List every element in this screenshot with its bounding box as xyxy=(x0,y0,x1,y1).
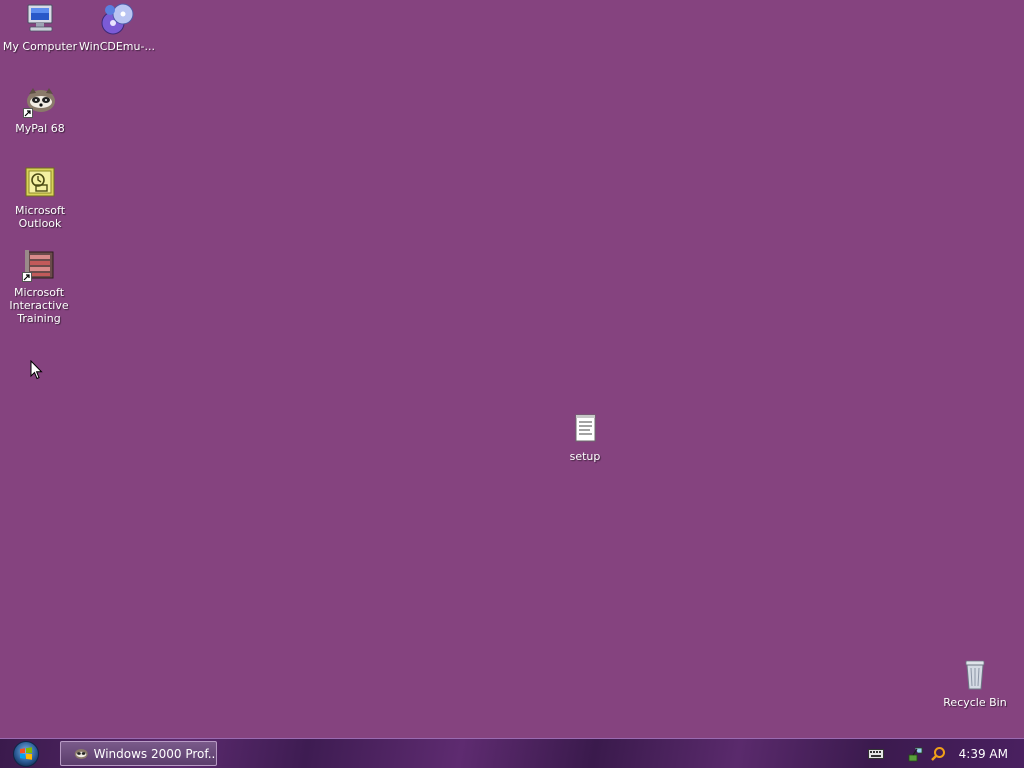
desktop-icon-label: My Computer xyxy=(2,40,78,53)
desktop-icon-label: Recycle Bin xyxy=(943,696,1007,709)
taskbar-button-windows-2000[interactable]: Windows 2000 Prof... xyxy=(60,741,217,766)
desktop-icon-label: Microsoft Interactive Training xyxy=(9,286,69,325)
mouse-cursor-icon xyxy=(30,359,44,380)
desktop-icon-recycle-bin[interactable]: Recycle Bin xyxy=(936,658,1014,709)
network-icon[interactable] xyxy=(907,745,925,763)
taskbar-clock[interactable]: 4:39 AM xyxy=(959,747,1008,761)
desktop[interactable]: My Computer WinCDEmu-... MyPal 68 Micros… xyxy=(0,0,1024,738)
windows-orb-icon xyxy=(13,740,39,767)
text-document-icon xyxy=(568,412,602,446)
desktop-icon-interactive-training[interactable]: Microsoft Interactive Training xyxy=(0,248,78,325)
taskbar-button-label: Windows 2000 Prof... xyxy=(93,746,216,761)
shortcut-arrow-icon xyxy=(22,272,32,282)
cd-disc-icon xyxy=(100,2,134,36)
shortcut-arrow-icon xyxy=(23,108,33,118)
my-computer-icon xyxy=(23,2,57,36)
raccoon-browser-icon xyxy=(74,748,88,759)
training-film-icon xyxy=(22,248,56,282)
desktop-icon-label: setup xyxy=(569,450,601,463)
desktop-icon-my-computer[interactable]: My Computer xyxy=(1,2,79,53)
desktop-icon-label: WinCDEmu-... xyxy=(79,40,155,53)
desktop-icon-label: MyPal 68 xyxy=(15,122,65,135)
desktop-icon-label: Microsoft Outlook xyxy=(14,204,66,230)
keyboard-icon[interactable] xyxy=(867,745,885,763)
start-button[interactable] xyxy=(8,739,44,768)
recycle-bin-icon xyxy=(958,658,992,692)
desktop-icon-mypal[interactable]: MyPal 68 xyxy=(1,84,79,135)
raccoon-browser-icon xyxy=(23,84,57,118)
desktop-icon-outlook[interactable]: Microsoft Outlook xyxy=(1,166,79,230)
outlook-clock-icon xyxy=(23,166,57,200)
search-icon[interactable] xyxy=(929,745,947,763)
desktop-icon-setup[interactable]: setup xyxy=(546,412,624,463)
system-tray: 4:39 AM xyxy=(867,739,1024,768)
taskbar: Windows 2000 Prof... 4:39 AM xyxy=(0,738,1024,768)
desktop-icon-wincdemu[interactable]: WinCDEmu-... xyxy=(78,2,156,53)
